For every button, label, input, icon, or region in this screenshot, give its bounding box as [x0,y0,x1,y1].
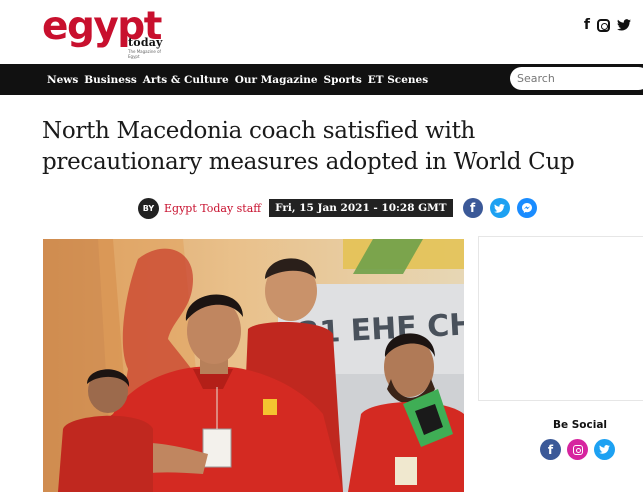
sidebar-social-links: f [540,439,615,460]
site-logo[interactable]: egypt today The Magazine of Egypt [42,4,172,59]
nav-item-business[interactable]: Business [84,74,137,86]
be-social-heading: Be Social [552,419,608,431]
messenger-icon[interactable] [516,198,537,218]
article-photo: 21 EHF CHAMPI [43,239,464,492]
logo-tagline: The Magazine of Egypt [128,49,161,59]
instagram-icon[interactable] [597,18,610,32]
search-box [510,67,643,90]
instagram-icon[interactable] [567,439,588,460]
facebook-icon[interactable]: f [462,198,483,218]
twitter-icon[interactable] [617,19,631,31]
nav-item-sports[interactable]: Sports [324,74,362,86]
facebook-icon[interactable]: f [540,439,561,460]
author-link[interactable]: Egypt Today staff [164,202,261,215]
logo-subtitle: today [128,36,163,49]
nav-item-news[interactable]: News [47,74,78,86]
twitter-icon[interactable] [489,198,510,218]
nav-item-et-scenes[interactable]: ET Scenes [368,74,428,86]
publish-date: Fri, 15 Jan 2021 - 10:28 GMT [269,199,453,217]
share-buttons: f [462,198,537,218]
nav-menu: News Business Arts & Culture Our Magazin… [47,64,428,95]
article-photo-illustration: 21 EHF CHAMPI [43,239,464,492]
article-byline: BY Egypt Today staff Fri, 15 Jan 2021 - … [138,197,537,219]
facebook-icon[interactable]: f [584,17,590,33]
header-social-links: f [584,17,631,33]
site-header: egypt today The Magazine of Egypt f [0,0,643,64]
article-title: North Macedonia coach satisfied with pre… [42,118,575,175]
by-badge: BY [138,197,159,219]
twitter-icon[interactable] [594,439,615,460]
search-input[interactable] [510,67,630,90]
sidebar-ad-slot [478,236,643,401]
nav-item-arts-culture[interactable]: Arts & Culture [143,74,229,86]
nav-item-our-magazine[interactable]: Our Magazine [235,74,318,86]
